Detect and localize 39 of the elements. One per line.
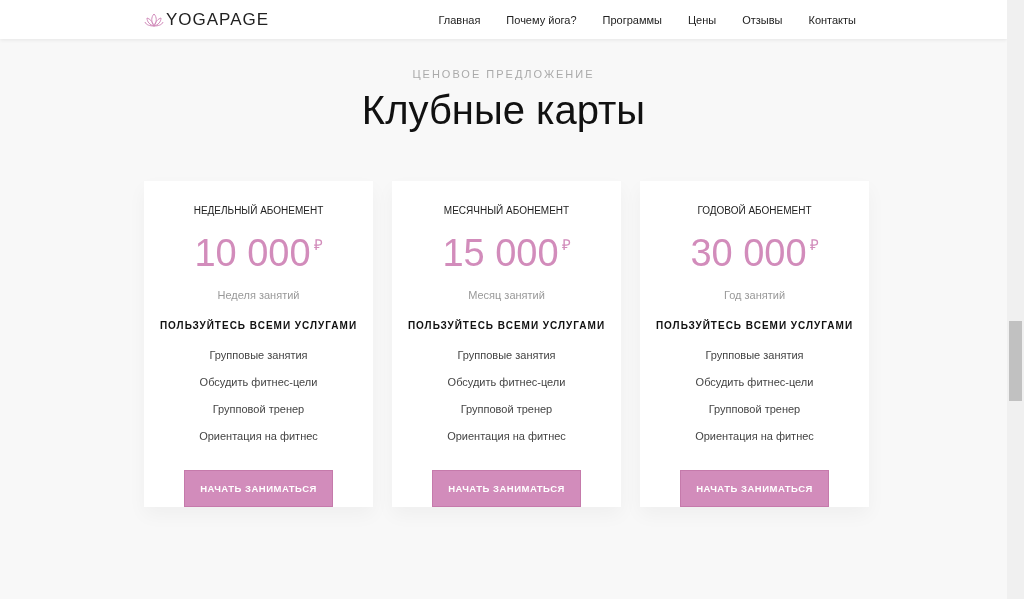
feature-item: Ориентация на фитнес [447, 430, 566, 442]
currency-sign: ₽ [561, 235, 571, 254]
feature-item: Групповой тренер [460, 403, 553, 415]
plan-name: ГОДОВОЙ АБОНЕМЕНТ [697, 205, 812, 216]
feature-item: Групповые занятия [209, 349, 308, 361]
features-heading: ПОЛЬЗУЙТЕСЬ ВСЕМИ УСЛУГАМИ [407, 320, 606, 331]
feature-item: Обсудить фитнес-цели [199, 376, 318, 388]
plan-price: 10 000 [194, 232, 311, 275]
features-heading: ПОЛЬЗУЙТЕСЬ ВСЕМИ УСЛУГАМИ [159, 320, 358, 331]
currency-sign: ₽ [313, 235, 323, 254]
nav-link[interactable]: Отзывы [742, 13, 783, 26]
plan-period: Год занятий [723, 289, 786, 301]
feature-item: Обсудить фитнес-цели [695, 376, 814, 388]
feature-item: Групповой тренер [708, 403, 801, 415]
site-logo[interactable]: YOGAPAGE [166, 9, 270, 30]
nav-link[interactable]: Цены [687, 13, 717, 26]
scrollbar[interactable] [1007, 0, 1024, 599]
plan-name: НЕДЕЛЬНЫЙ АБОНЕМЕНТ [193, 205, 324, 216]
plan-price: 15 000 [442, 232, 559, 275]
features-heading: ПОЛЬЗУЙТЕСЬ ВСЕМИ УСЛУГАМИ [655, 320, 854, 331]
section-title: Клубные карты [360, 87, 647, 134]
scrollbar-thumb[interactable] [1009, 321, 1022, 401]
lotus-icon [144, 11, 164, 28]
nav-link[interactable]: Программы [602, 13, 662, 26]
feature-item: Обсудить фитнес-цели [447, 376, 566, 388]
plan-name: МЕСЯЧНЫЙ АБОНЕМЕНТ [443, 205, 570, 216]
nav-link[interactable]: Контакты [808, 13, 856, 26]
feature-item: Ориентация на фитнес [695, 430, 814, 442]
currency-sign: ₽ [809, 235, 819, 254]
feature-item: Ориентация на фитнес [199, 430, 318, 442]
feature-item: Групповые занятия [457, 349, 556, 361]
feature-item: Групповой тренер [212, 403, 305, 415]
nav-link[interactable]: Главная [438, 13, 481, 26]
plan-price: 30 000 [690, 232, 807, 275]
plan-period: Неделя занятий [217, 289, 300, 301]
feature-item: Групповые занятия [705, 349, 804, 361]
section-eyebrow: ЦЕНОВОЕ ПРЕДЛОЖЕНИЕ [411, 68, 596, 80]
plan-period: Месяц занятий [468, 289, 545, 301]
nav-link[interactable]: Почему йога? [506, 13, 577, 26]
